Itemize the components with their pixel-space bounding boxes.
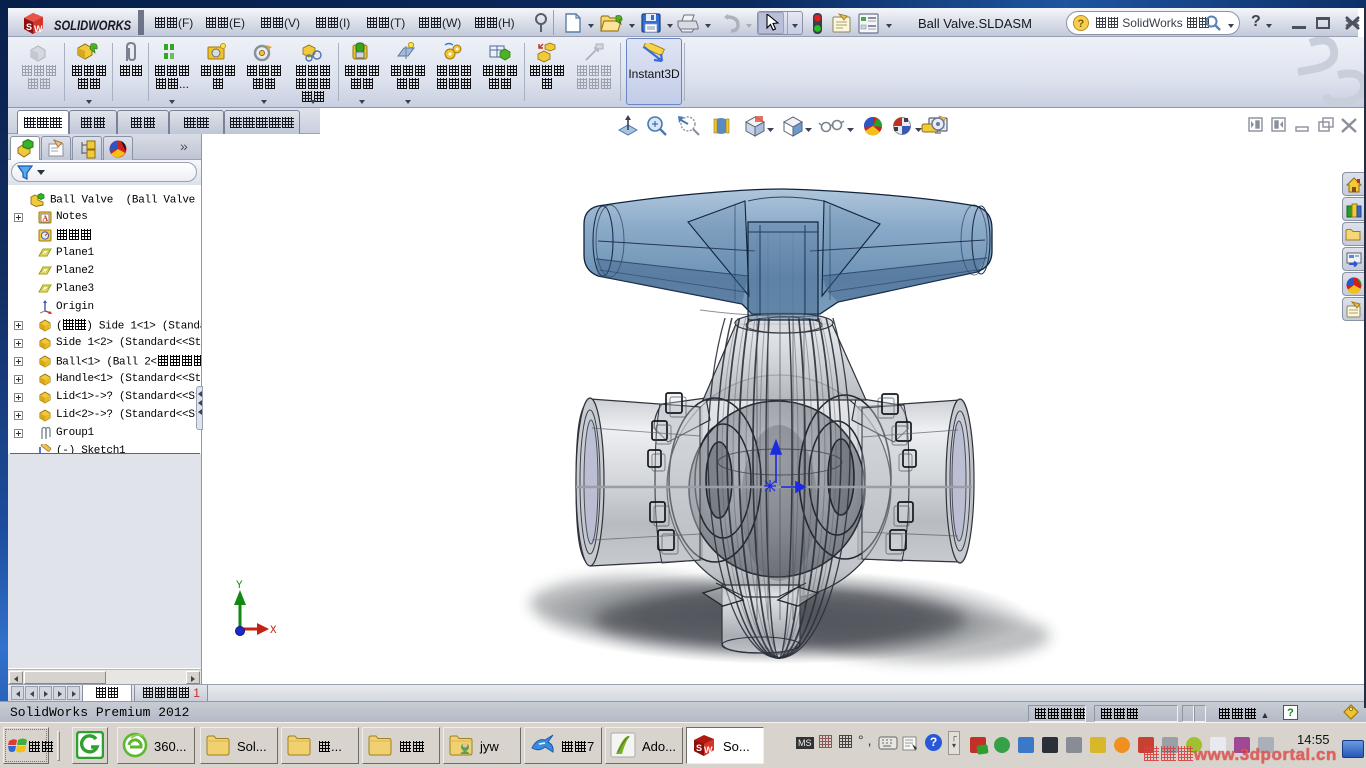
svg-text:W: W	[34, 24, 43, 34]
svg-text:S: S	[26, 22, 32, 32]
svg-text:X: X	[270, 625, 277, 637]
svg-text:S: S	[696, 743, 702, 753]
svg-text:A: A	[42, 214, 48, 223]
svg-text:?: ?	[1078, 18, 1085, 30]
svg-text:Y: Y	[236, 580, 243, 592]
svg-text:W: W	[704, 745, 713, 755]
